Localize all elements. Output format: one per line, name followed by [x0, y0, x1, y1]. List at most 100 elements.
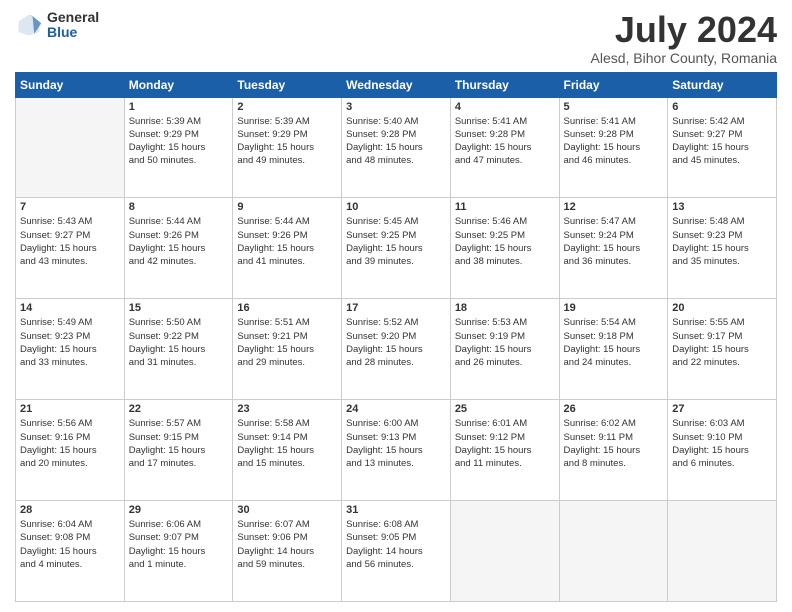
calendar-week-row: 21 Sunrise: 5:56 AMSunset: 9:16 PMDayligh… [16, 400, 777, 501]
calendar-cell: 20Sunrise: 5:55 AMSunset: 9:17 PMDayligh… [668, 299, 777, 400]
calendar-cell: 25 Sunrise: 6:01 AMSunset: 9:12 PMDayligh… [450, 400, 559, 501]
day-number: 21 [20, 403, 120, 415]
day-number: 9 [237, 201, 337, 213]
calendar-cell: 12Sunrise: 5:47 AMSunset: 9:24 PMDayligh… [559, 198, 668, 299]
day-number: 28 [20, 504, 120, 516]
calendar-cell: 15Sunrise: 5:50 AMSunset: 9:22 PMDayligh… [124, 299, 233, 400]
logo-blue-text: Blue [47, 25, 99, 40]
day-number: 8 [129, 201, 229, 213]
cell-info: Sunrise: 5:47 AMSunset: 9:24 PMDaylight:… [564, 215, 664, 268]
cell-info: Sunrise: 6:06 AMSunset: 9:07 PMDaylight:… [129, 518, 229, 571]
day-number: 2 [237, 101, 337, 113]
cell-info: Sunrise: 5:46 AMSunset: 9:25 PMDaylight:… [455, 215, 555, 268]
calendar-cell: 10 Sunrise: 5:45 AMSunset: 9:25 PMDayligh… [342, 198, 451, 299]
cell-info: Sunrise: 5:41 AMSunset: 9:28 PMDaylight:… [564, 115, 664, 168]
cell-info: Sunrise: 5:39 AMSunset: 9:29 PMDaylight:… [129, 115, 229, 168]
calendar-cell: 6 Sunrise: 5:42 AMSunset: 9:27 PMDaylight… [668, 97, 777, 198]
logo-icon [15, 11, 43, 39]
weekday-header: Thursday [450, 72, 559, 97]
day-number: 3 [346, 101, 446, 113]
day-number: 7 [20, 201, 120, 213]
logo-text: General Blue [47, 10, 99, 41]
page: General Blue July 2024 Alesd, Bihor Coun… [0, 0, 792, 612]
day-number: 16 [237, 302, 337, 314]
cell-info: Sunrise: 5:51 AMSunset: 9:21 PMDaylight:… [237, 316, 337, 369]
calendar-cell: 17Sunrise: 5:52 AMSunset: 9:20 PMDayligh… [342, 299, 451, 400]
calendar-cell: 5Sunrise: 5:41 AMSunset: 9:28 PMDaylight… [559, 97, 668, 198]
cell-info: Sunrise: 5:44 AMSunset: 9:26 PMDaylight:… [237, 215, 337, 268]
day-number: 18 [455, 302, 555, 314]
calendar-cell: 30Sunrise: 6:07 AMSunset: 9:06 PMDayligh… [233, 501, 342, 602]
calendar-week-row: 14Sunrise: 5:49 AMSunset: 9:23 PMDayligh… [16, 299, 777, 400]
day-number: 11 [455, 201, 555, 213]
cell-info: Sunrise: 5:45 AMSunset: 9:25 PMDaylight:… [346, 215, 446, 268]
calendar-table: SundayMondayTuesdayWednesdayThursdayFrid… [15, 72, 777, 602]
day-number: 14 [20, 302, 120, 314]
calendar-cell: 2Sunrise: 5:39 AMSunset: 9:29 PMDaylight… [233, 97, 342, 198]
cell-info: Sunrise: 6:00 AMSunset: 9:13 PMDaylight:… [346, 417, 446, 470]
weekday-header: Tuesday [233, 72, 342, 97]
cell-info: Sunrise: 6:01 AMSunset: 9:12 PMDaylight:… [455, 417, 555, 470]
day-number: 23 [237, 403, 337, 415]
calendar-cell: 11 Sunrise: 5:46 AMSunset: 9:25 PMDayligh… [450, 198, 559, 299]
calendar-cell: 19Sunrise: 5:54 AMSunset: 9:18 PMDayligh… [559, 299, 668, 400]
calendar-cell: 13 Sunrise: 5:48 AMSunset: 9:23 PMDayligh… [668, 198, 777, 299]
day-number: 24 [346, 403, 446, 415]
cell-info: Sunrise: 6:04 AMSunset: 9:08 PMDaylight:… [20, 518, 120, 571]
day-number: 31 [346, 504, 446, 516]
cell-info: Sunrise: 5:48 AMSunset: 9:23 PMDaylight:… [672, 215, 772, 268]
subtitle: Alesd, Bihor County, Romania [591, 50, 778, 66]
cell-info: Sunrise: 5:53 AMSunset: 9:19 PMDaylight:… [455, 316, 555, 369]
logo-general-text: General [47, 10, 99, 25]
calendar-cell: 21 Sunrise: 5:56 AMSunset: 9:16 PMDayligh… [16, 400, 125, 501]
day-number: 30 [237, 504, 337, 516]
calendar-cell: 29Sunrise: 6:06 AMSunset: 9:07 PMDayligh… [124, 501, 233, 602]
cell-info: Sunrise: 6:02 AMSunset: 9:11 PMDaylight:… [564, 417, 664, 470]
calendar-cell: 7Sunrise: 5:43 AMSunset: 9:27 PMDaylight… [16, 198, 125, 299]
day-number: 1 [129, 101, 229, 113]
cell-info: Sunrise: 5:58 AMSunset: 9:14 PMDaylight:… [237, 417, 337, 470]
calendar-cell: 18 Sunrise: 5:53 AMSunset: 9:19 PMDayligh… [450, 299, 559, 400]
cell-info: Sunrise: 5:44 AMSunset: 9:26 PMDaylight:… [129, 215, 229, 268]
day-number: 4 [455, 101, 555, 113]
calendar-cell: 26 Sunrise: 6:02 AMSunset: 9:11 PMDayligh… [559, 400, 668, 501]
calendar-cell: 8 Sunrise: 5:44 AMSunset: 9:26 PMDaylight… [124, 198, 233, 299]
cell-info: Sunrise: 6:08 AMSunset: 9:05 PMDaylight:… [346, 518, 446, 571]
calendar-header-row: SundayMondayTuesdayWednesdayThursdayFrid… [16, 72, 777, 97]
day-number: 13 [672, 201, 772, 213]
cell-info: Sunrise: 5:42 AMSunset: 9:27 PMDaylight:… [672, 115, 772, 168]
calendar-cell: 22Sunrise: 5:57 AMSunset: 9:15 PMDayligh… [124, 400, 233, 501]
weekday-header: Sunday [16, 72, 125, 97]
calendar-cell: 3 Sunrise: 5:40 AMSunset: 9:28 PMDaylight… [342, 97, 451, 198]
cell-info: Sunrise: 6:03 AMSunset: 9:10 PMDaylight:… [672, 417, 772, 470]
calendar-cell: 27 Sunrise: 6:03 AMSunset: 9:10 PMDayligh… [668, 400, 777, 501]
day-number: 10 [346, 201, 446, 213]
cell-info: Sunrise: 5:41 AMSunset: 9:28 PMDaylight:… [455, 115, 555, 168]
day-number: 27 [672, 403, 772, 415]
logo: General Blue [15, 10, 99, 41]
header: General Blue July 2024 Alesd, Bihor Coun… [15, 10, 777, 66]
weekday-header: Wednesday [342, 72, 451, 97]
cell-info: Sunrise: 5:40 AMSunset: 9:28 PMDaylight:… [346, 115, 446, 168]
cell-info: Sunrise: 5:54 AMSunset: 9:18 PMDaylight:… [564, 316, 664, 369]
calendar-cell: 16 Sunrise: 5:51 AMSunset: 9:21 PMDayligh… [233, 299, 342, 400]
calendar-cell [450, 501, 559, 602]
calendar-cell: 4 Sunrise: 5:41 AMSunset: 9:28 PMDaylight… [450, 97, 559, 198]
calendar-cell: 31 Sunrise: 6:08 AMSunset: 9:05 PMDayligh… [342, 501, 451, 602]
weekday-header: Friday [559, 72, 668, 97]
cell-info: Sunrise: 5:52 AMSunset: 9:20 PMDaylight:… [346, 316, 446, 369]
calendar-cell: 1 Sunrise: 5:39 AMSunset: 9:29 PMDaylight… [124, 97, 233, 198]
day-number: 26 [564, 403, 664, 415]
calendar-cell [559, 501, 668, 602]
weekday-header: Saturday [668, 72, 777, 97]
title-area: July 2024 Alesd, Bihor County, Romania [591, 10, 778, 66]
calendar-cell [668, 501, 777, 602]
day-number: 6 [672, 101, 772, 113]
calendar-cell: 23 Sunrise: 5:58 AMSunset: 9:14 PMDayligh… [233, 400, 342, 501]
day-number: 25 [455, 403, 555, 415]
cell-info: Sunrise: 5:56 AMSunset: 9:16 PMDaylight:… [20, 417, 120, 470]
weekday-header: Monday [124, 72, 233, 97]
calendar-cell: 9 Sunrise: 5:44 AMSunset: 9:26 PMDaylight… [233, 198, 342, 299]
cell-info: Sunrise: 5:55 AMSunset: 9:17 PMDaylight:… [672, 316, 772, 369]
calendar-week-row: 1 Sunrise: 5:39 AMSunset: 9:29 PMDaylight… [16, 97, 777, 198]
